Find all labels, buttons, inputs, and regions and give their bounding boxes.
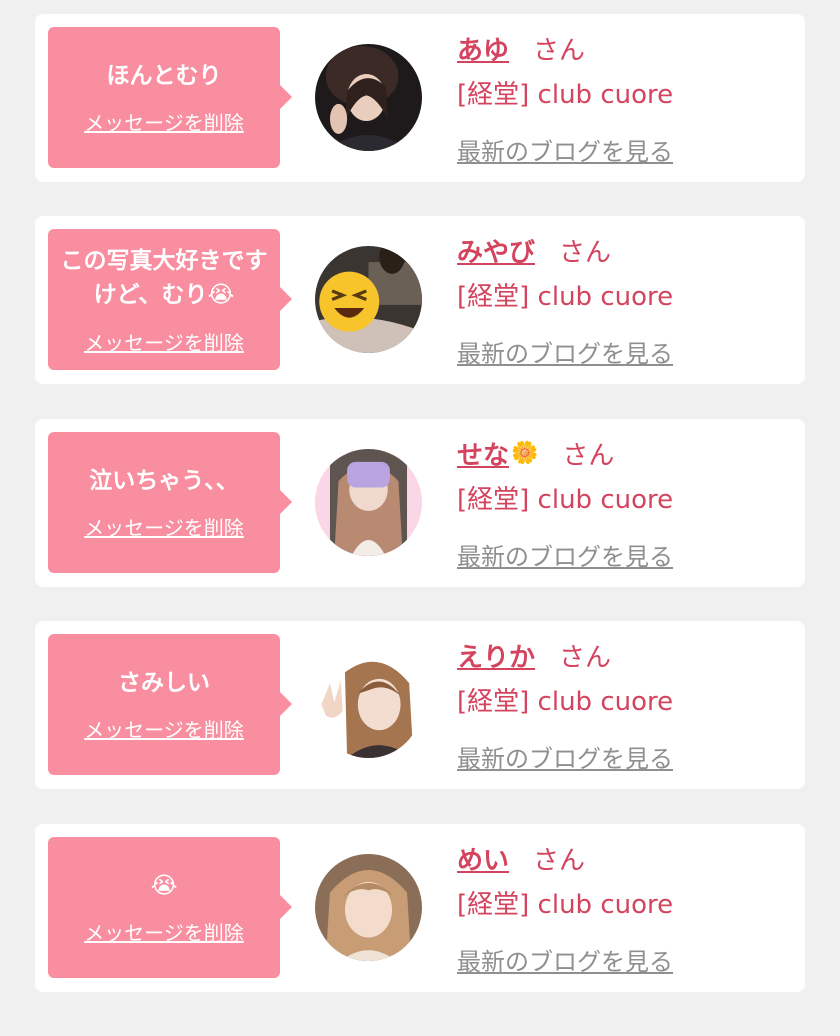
honorific: さん bbox=[559, 642, 612, 673]
message-bubble: 😭 メッセージを削除 bbox=[48, 837, 292, 978]
message-text: 😭 bbox=[150, 872, 178, 899]
message-bubble: ほんとむり メッセージを削除 bbox=[48, 27, 292, 168]
shop-name: [経堂] club cuore bbox=[457, 890, 674, 920]
laughing-emoji-icon bbox=[319, 271, 380, 332]
message-text: 泣いちゃう、、 bbox=[89, 467, 239, 494]
honorific: さん bbox=[562, 440, 615, 471]
cast-name-link[interactable]: せな bbox=[457, 435, 509, 472]
avatar[interactable] bbox=[315, 854, 422, 961]
cast-name-link[interactable]: あゆ bbox=[457, 30, 509, 67]
list-item: さみしい メッセージを削除 えりか さん [経堂] club cuore 最新の… bbox=[35, 621, 805, 789]
honorific: さん bbox=[533, 845, 586, 876]
message-text: さみしい bbox=[118, 669, 210, 696]
list-item: ほんとむり メッセージを削除 あゆ さん [経堂] club cuore 最新の… bbox=[35, 14, 805, 182]
message-text: この写真大好きですけど、むり😭 bbox=[60, 247, 268, 309]
delete-message-link[interactable]: メッセージを削除 bbox=[84, 714, 244, 743]
shop-name: [経堂] club cuore bbox=[457, 687, 674, 717]
message-text: ほんとむり bbox=[106, 62, 222, 89]
flower-icon: 🌼 bbox=[511, 440, 539, 466]
message-bubble: 泣いちゃう、、 メッセージを削除 bbox=[48, 432, 292, 573]
latest-blog-link[interactable]: 最新のブログを見る bbox=[457, 334, 673, 369]
avatar[interactable] bbox=[315, 651, 422, 758]
avatar[interactable] bbox=[315, 246, 422, 353]
delete-message-link[interactable]: メッセージを削除 bbox=[84, 107, 244, 136]
cast-name-link[interactable]: えりか bbox=[457, 637, 535, 674]
cast-name-link[interactable]: みやび bbox=[457, 232, 535, 269]
list-item: 😭 メッセージを削除 めい さん [経堂] club cuore 最新のブログを… bbox=[35, 824, 805, 992]
shop-name: [経堂] club cuore bbox=[457, 485, 674, 515]
honorific: さん bbox=[559, 237, 612, 268]
shop-name: [経堂] club cuore bbox=[457, 282, 674, 312]
delete-message-link[interactable]: メッセージを削除 bbox=[84, 512, 244, 541]
favorites-list: ほんとむり メッセージを削除 あゆ さん [経堂] club cuore 最新の… bbox=[0, 0, 840, 1036]
latest-blog-link[interactable]: 最新のブログを見る bbox=[457, 739, 673, 774]
message-bubble: さみしい メッセージを削除 bbox=[48, 634, 292, 775]
shop-name: [経堂] club cuore bbox=[457, 80, 674, 110]
message-bubble: この写真大好きですけど、むり😭 メッセージを削除 bbox=[48, 229, 292, 370]
avatar[interactable] bbox=[315, 449, 422, 556]
latest-blog-link[interactable]: 最新のブログを見る bbox=[457, 537, 673, 572]
delete-message-link[interactable]: メッセージを削除 bbox=[84, 917, 244, 946]
honorific: さん bbox=[533, 35, 586, 66]
latest-blog-link[interactable]: 最新のブログを見る bbox=[457, 942, 673, 977]
avatar[interactable] bbox=[315, 44, 422, 151]
cast-name-link[interactable]: めい bbox=[457, 840, 509, 877]
list-item: 泣いちゃう、、 メッセージを削除 せな 🌼 さん [経堂] club cuore… bbox=[35, 419, 805, 587]
list-item: この写真大好きですけど、むり😭 メッセージを削除 みやび さん [経堂] clu bbox=[35, 216, 805, 384]
delete-message-link[interactable]: メッセージを削除 bbox=[84, 327, 244, 356]
latest-blog-link[interactable]: 最新のブログを見る bbox=[457, 132, 673, 167]
